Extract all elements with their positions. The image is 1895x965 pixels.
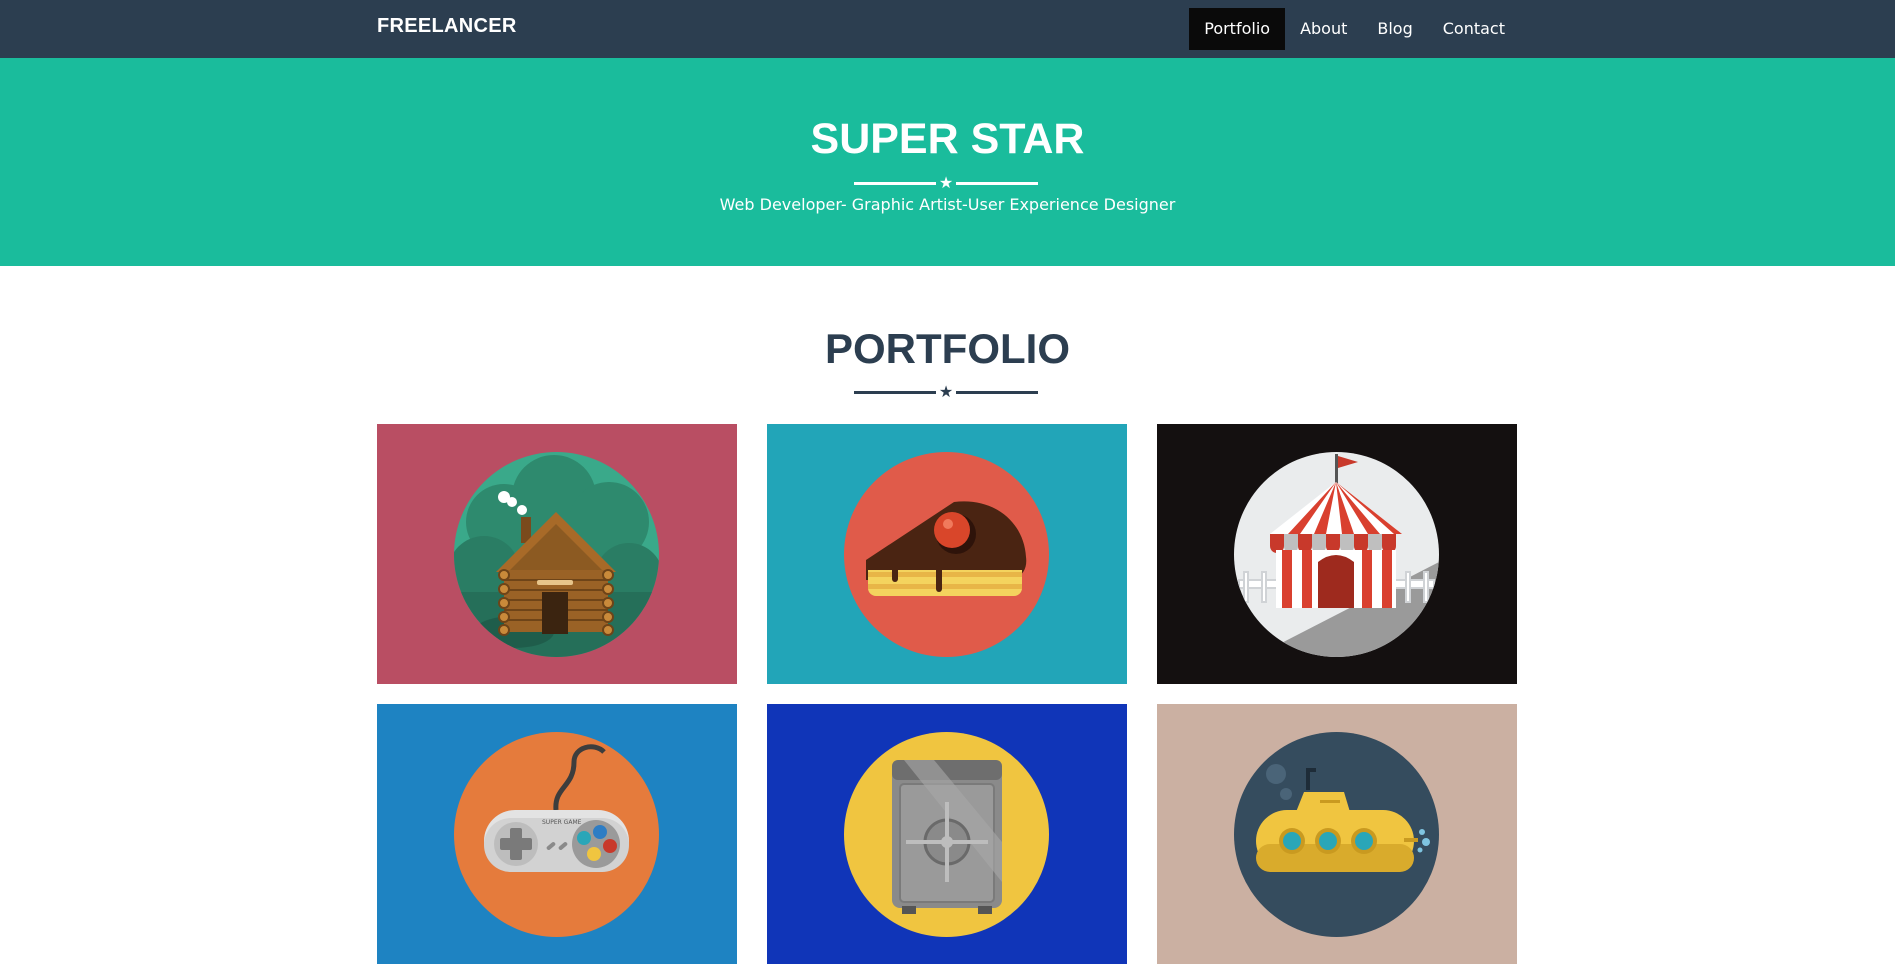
portfolio-divider: ★	[854, 382, 1038, 401]
portfolio-item-cake[interactable]	[767, 424, 1127, 684]
portfolio-item-circle	[844, 452, 1049, 657]
controller-label: SUPER GAME	[542, 819, 582, 826]
portfolio-item-cabin[interactable]	[377, 424, 737, 684]
portfolio-title: PORTFOLIO	[825, 325, 1070, 372]
star-icon: ★	[938, 382, 954, 401]
portfolio-item-circle	[1234, 452, 1439, 657]
safe-icon	[844, 732, 1049, 937]
nav-item-contact[interactable]: Contact	[1428, 8, 1520, 50]
divider-line-left	[854, 182, 936, 185]
nav-item-portfolio[interactable]: Portfolio	[1189, 8, 1286, 50]
hero-subtitle: Web Developer- Graphic Artist-User Exper…	[719, 195, 1176, 214]
portfolio-item-circus[interactable]	[1157, 424, 1517, 684]
portfolio-item-controller[interactable]: SUPER GAME	[377, 704, 737, 964]
hero-divider: ★	[854, 173, 1038, 192]
cake-icon	[844, 452, 1049, 657]
portfolio-item-circle	[1234, 732, 1439, 937]
nav-item-blog[interactable]: Blog	[1362, 8, 1427, 50]
nav-item-about[interactable]: About	[1285, 8, 1362, 50]
brand-logo[interactable]: FREELANCER	[377, 15, 517, 38]
cabin-icon	[454, 452, 659, 657]
submarine-icon	[1234, 732, 1439, 937]
nav-menu: Portfolio About Blog Contact	[1189, 8, 1520, 50]
portfolio-item-submarine[interactable]	[1157, 704, 1517, 964]
portfolio-item-circle	[844, 732, 1049, 937]
divider-line-left	[854, 391, 936, 394]
portfolio-item-circle	[454, 452, 659, 657]
hero-title: SUPER STAR	[810, 115, 1085, 163]
hero-header: SUPER STAR ★ Web Developer- Graphic Arti…	[0, 58, 1895, 266]
star-icon: ★	[938, 173, 954, 192]
divider-line-right	[956, 391, 1038, 394]
portfolio-item-safe[interactable]	[767, 704, 1127, 964]
game-controller-icon: SUPER GAME	[454, 732, 659, 937]
circus-tent-icon	[1234, 452, 1439, 657]
divider-line-right	[956, 182, 1038, 185]
navbar: FREELANCER Portfolio About Blog Contact	[0, 0, 1895, 58]
portfolio-item-circle: SUPER GAME	[454, 732, 659, 937]
